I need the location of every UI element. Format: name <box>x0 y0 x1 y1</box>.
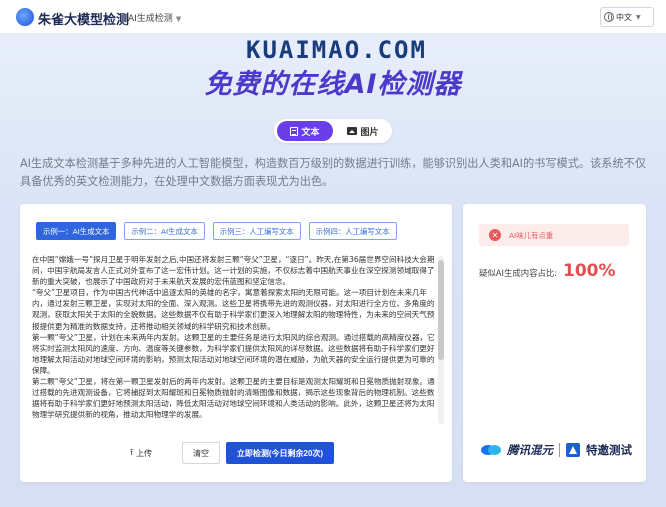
partner-name-1: 腾讯混元 <box>507 443 553 457</box>
tab-image[interactable]: 图片 <box>336 121 390 141</box>
top-header: 朱雀大模型检测 AI生成检测 ▼ 中文 ▼ <box>0 0 666 34</box>
brand-name[interactable]: 朱雀大模型检测 <box>38 9 129 28</box>
nav-ai-detection-label: AI生成检测 <box>128 14 173 24</box>
text-paragraph: 第一颗“夸父”卫星，计划在未来两年内发射。这颗卫星的主要任务是进行太阳风的综合观… <box>32 332 435 375</box>
document-icon <box>290 126 299 136</box>
example-tab-3[interactable]: 示例三：人工编写文本 <box>212 222 301 240</box>
partner-name-2: 特邀测试 <box>586 443 632 457</box>
upload-icon: ⭱ <box>130 447 134 457</box>
invite-test-icon <box>566 443 580 457</box>
probability-label: 疑似AI生成内容占比: <box>479 268 558 278</box>
text-paragraph: 在中国“嫦娥一号”探月卫星于明年发射之后,中国还将发射三颗“夸父”卫星，“逐日”… <box>32 255 435 287</box>
detect-button[interactable]: 立即检测(今日剩余20次) <box>226 442 334 464</box>
site-wordmark: KUAIMAO.COM <box>246 36 427 64</box>
example-tab-4[interactable]: 示例四：人工编写文本 <box>308 222 397 240</box>
divider <box>559 443 560 457</box>
upload-button[interactable]: ⭱ 上传 <box>130 443 152 463</box>
tab-text-label: 文本 <box>301 127 320 138</box>
text-scrollbar[interactable] <box>438 256 444 424</box>
result-card: ✕ AI味儿有点重 疑似AI生成内容占比: 100% 腾讯混元 特邀测试 <box>463 204 646 482</box>
text-paragraph: “夸父”卫星项目，作为中国古代神话中追逐太阳的英雄的名字，寓意着探索太阳的无限可… <box>32 288 435 331</box>
alert-text: AI味儿有点重 <box>509 230 554 240</box>
page-title: 免费的在线AI检测器 <box>204 69 462 100</box>
chevron-down-icon: ▼ <box>175 15 182 23</box>
close-circle-icon: ✕ <box>489 229 501 241</box>
brand-logo-icon[interactable] <box>16 8 34 26</box>
image-icon <box>347 127 358 135</box>
input-card: 示例一：AI生成文本 示例二：AI生成文本 示例三：人工编写文本 示例四：人工编… <box>20 204 452 482</box>
probability-value: 100% <box>563 261 616 281</box>
tab-image-label: 图片 <box>360 127 379 138</box>
nav-ai-detection[interactable]: AI生成检测 ▼ <box>128 11 181 24</box>
page-description: AI生成文本检测基于多种先进的人工智能模型，构造数百万级别的数据进行训练，能够识… <box>20 157 647 188</box>
text-paragraph: 第二颗“夸父”卫星，将在第一颗卫星发射后的两年内发射。这颗卫星的主要目标是观测太… <box>32 377 435 420</box>
example-tabs: 示例一：AI生成文本 示例二：AI生成文本 示例三：人工编写文本 示例四：人工编… <box>36 222 397 240</box>
result-alert: ✕ AI味儿有点重 <box>479 224 629 246</box>
example-tab-2[interactable]: 示例二：AI生成文本 <box>124 222 205 240</box>
tencent-hunyuan-logo-icon <box>481 442 501 458</box>
language-label: 中文 <box>616 12 632 22</box>
tab-text[interactable]: 文本 <box>277 121 333 141</box>
clear-button[interactable]: 清空 <box>182 442 220 464</box>
example-tab-1[interactable]: 示例一：AI生成文本 <box>36 222 117 240</box>
scrollbar-thumb[interactable] <box>438 260 444 360</box>
mode-toggle: 文本 图片 <box>274 119 392 143</box>
language-select[interactable]: 中文 ▼ <box>600 7 654 27</box>
partner-logos: 腾讯混元 特邀测试 <box>481 442 632 458</box>
chevron-down-icon: ▼ <box>636 13 641 21</box>
text-input-area[interactable]: 在中国“嫦娥一号”探月卫星于明年发射之后,中国还将发射三颗“夸父”卫星，“逐日”… <box>32 254 436 424</box>
globe-icon <box>604 12 614 22</box>
upload-label: 上传 <box>136 448 153 458</box>
